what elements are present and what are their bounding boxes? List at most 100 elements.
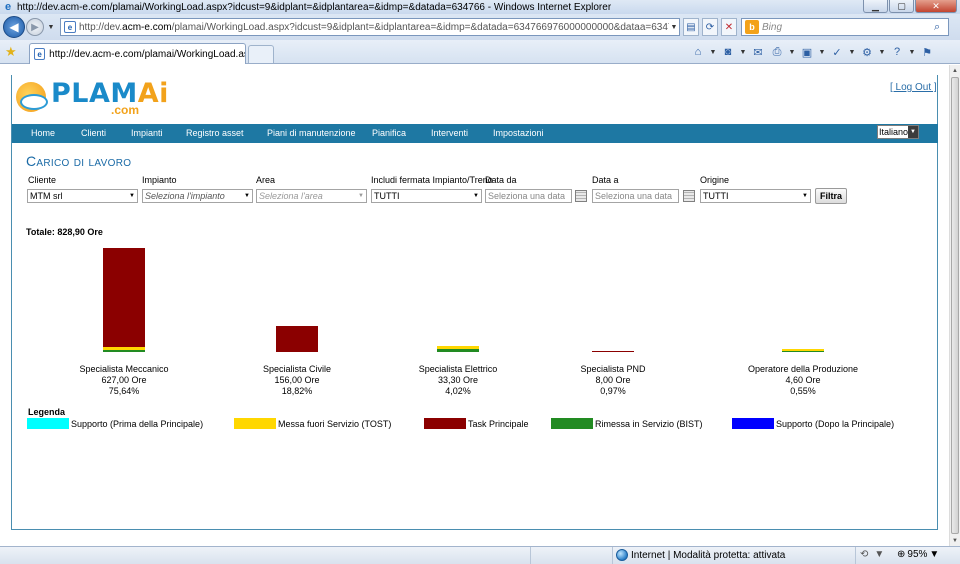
menu-item-impostazioni[interactable]: Impostazioni <box>493 128 544 138</box>
tools-dropdown-icon[interactable]: ▼ <box>874 549 884 560</box>
legend-title: Legenda <box>28 407 66 417</box>
address-url[interactable]: http://dev.acm-e.com/plamai/WorkingLoad.… <box>79 22 669 33</box>
bar-percent-label: 75,64% <box>108 386 140 396</box>
menu-item-registro-asset[interactable]: Registro asset <box>186 128 244 138</box>
menu-item-home[interactable]: Home <box>31 128 55 138</box>
new-tab-button[interactable] <box>248 45 274 63</box>
bar-percent-label: 0,97% <box>600 386 626 396</box>
research-icon[interactable]: ⚑ <box>919 44 935 60</box>
legend-label: Rimessa in Servizio (BIST) <box>595 418 703 429</box>
cliente-select[interactable]: MTM srl ▼ <box>27 189 138 203</box>
home-dropdown-icon[interactable]: ▼ <box>709 44 717 60</box>
bar-percent-label: 4,02% <box>445 386 471 396</box>
zoom-control[interactable]: ⊕ 95% ▼ <box>897 549 939 560</box>
calendar-icon[interactable] <box>683 190 695 202</box>
data-da-input[interactable]: Seleziona una data <box>485 189 572 203</box>
language-select[interactable]: Italiano ▼ <box>877 125 919 139</box>
page-dropdown-icon[interactable]: ▼ <box>818 44 826 60</box>
feeds-dropdown-icon[interactable]: ▼ <box>739 44 747 60</box>
address-dropdown-icon[interactable]: ▼ <box>669 24 679 31</box>
address-bar[interactable]: e http://dev.acm-e.com/plamai/WorkingLoa… <box>60 18 680 36</box>
search-placeholder: Bing <box>762 21 783 33</box>
fermata-value: TUTTI <box>374 191 400 201</box>
menu-item-impianti[interactable]: Impianti <box>131 128 163 138</box>
help-dropdown-icon[interactable]: ▼ <box>908 44 916 60</box>
bar-segment <box>103 248 145 348</box>
legend-item-task: Task Principale <box>424 418 529 429</box>
language-value: Italiano <box>879 127 908 137</box>
history-dropdown-icon[interactable]: ▼ <box>46 20 56 34</box>
data-da-label: Data da <box>485 175 517 185</box>
scroll-down-icon[interactable]: ▼ <box>950 535 960 546</box>
close-window-button[interactable]: ✕ <box>915 0 957 13</box>
bar-caption: Specialista Meccanico 627,00 Ore 75,64% <box>59 364 189 397</box>
home-icon[interactable]: ⌂ <box>690 44 706 60</box>
bar-category-label: Specialista Meccanico <box>79 364 169 374</box>
plamai-logo[interactable]: PLAMAi .com <box>16 80 169 116</box>
menu-item-pianifica[interactable]: Pianifica <box>372 128 406 138</box>
address-toolbar: ◀ ▶ ▼ e http://dev.acm-e.com/plamai/Work… <box>0 14 960 40</box>
safety-icon[interactable]: ✓ <box>829 44 845 60</box>
bar-category-label: Specialista PND <box>580 364 646 374</box>
area-select[interactable]: Seleziona l'area ▼ <box>256 189 367 203</box>
feeds-icon[interactable]: ◙ <box>720 44 736 60</box>
impianto-select[interactable]: Seleziona l'impianto ▼ <box>142 189 253 203</box>
legend-label: Supporto (Dopo la Principale) <box>776 418 895 429</box>
security-zone[interactable]: Internet | Modalità protetta: attivata <box>616 549 785 561</box>
origine-value: TUTTI <box>703 191 729 201</box>
status-divider <box>530 547 531 564</box>
fermata-select[interactable]: TUTTI ▼ <box>371 189 482 203</box>
origine-select[interactable]: TUTTI ▼ <box>700 189 811 203</box>
menu-item-clienti[interactable]: Clienti <box>81 128 106 138</box>
data-a-label: Data a <box>592 175 619 185</box>
mail-icon[interactable]: ✉ <box>750 44 766 60</box>
menu-item-interventi[interactable]: Interventi <box>431 128 468 138</box>
favorites-star-icon[interactable]: ★ <box>5 44 21 60</box>
logout-link[interactable]: [ Log Out ] <box>890 82 937 93</box>
tab-title: http://dev.acm-e.com/plamai/WorkingLoad.… <box>49 48 245 60</box>
minimize-button[interactable]: ▁ <box>863 0 888 13</box>
tab-active[interactable]: e http://dev.acm-e.com/plamai/WorkingLoa… <box>29 43 246 64</box>
ie-logo-icon: e <box>4 1 12 13</box>
address-actions: ▤ ⟳ ✕ <box>683 18 737 36</box>
chevron-down-icon: ▼ <box>244 193 250 199</box>
compatibility-view-icon[interactable]: ▤ <box>683 18 699 36</box>
calendar-icon[interactable] <box>575 190 587 202</box>
stop-icon[interactable]: ✕ <box>721 18 737 36</box>
print-dropdown-icon[interactable]: ▼ <box>788 44 796 60</box>
fermata-label: Includi fermata Impianto/Treno <box>371 175 493 185</box>
bing-icon: b <box>745 20 759 34</box>
vertical-scrollbar[interactable]: ▲ ▼ <box>949 65 960 546</box>
filtra-button[interactable]: Filtra <box>815 188 847 204</box>
forward-button[interactable]: ▶ <box>26 18 44 36</box>
bar-hours-label: 627,00 Ore <box>101 375 147 385</box>
back-button[interactable]: ◀ <box>3 16 25 38</box>
tools-dropdown-icon[interactable]: ▼ <box>878 44 886 60</box>
search-icon[interactable]: ⌕ <box>934 21 948 34</box>
logo-tld: .com <box>111 103 140 117</box>
tools-gear-icon[interactable]: ⚙ <box>859 44 875 60</box>
menu-item-piani-manutenzione[interactable]: Piani di manutenzione <box>267 128 356 138</box>
page-viewport: PLAMAi .com [ Log Out ] Home Clienti Imp… <box>0 65 949 546</box>
sun-logo-icon <box>16 82 48 114</box>
page-menu-icon[interactable]: ▣ <box>799 44 815 60</box>
maximize-button[interactable]: ▢ <box>889 0 914 13</box>
impianto-label: Impianto <box>142 175 177 185</box>
chevron-down-icon: ▼ <box>129 193 135 199</box>
bar-segment <box>103 349 145 352</box>
help-icon[interactable]: ? <box>889 44 905 60</box>
bar-segment <box>276 326 318 352</box>
safety-dropdown-icon[interactable]: ▼ <box>848 44 856 60</box>
search-box[interactable]: b Bing ⌕ <box>741 18 949 36</box>
legend-swatch <box>732 418 774 429</box>
scroll-up-icon[interactable]: ▲ <box>950 65 960 76</box>
data-a-input[interactable]: Seleziona una data <box>592 189 679 203</box>
impianto-placeholder: Seleziona l'impianto <box>145 191 225 201</box>
print-icon[interactable]: ⎙ <box>769 44 785 60</box>
window-title: http://dev.acm-e.com/plamai/WorkingLoad.… <box>17 1 612 13</box>
status-bar: Internet | Modalità protetta: attivata ⟲… <box>0 546 960 564</box>
area-placeholder: Seleziona l'area <box>259 191 323 201</box>
protected-mode-icon[interactable]: ⟲ <box>860 549 868 560</box>
scroll-thumb[interactable] <box>951 77 959 534</box>
refresh-icon[interactable]: ⟳ <box>702 18 718 36</box>
